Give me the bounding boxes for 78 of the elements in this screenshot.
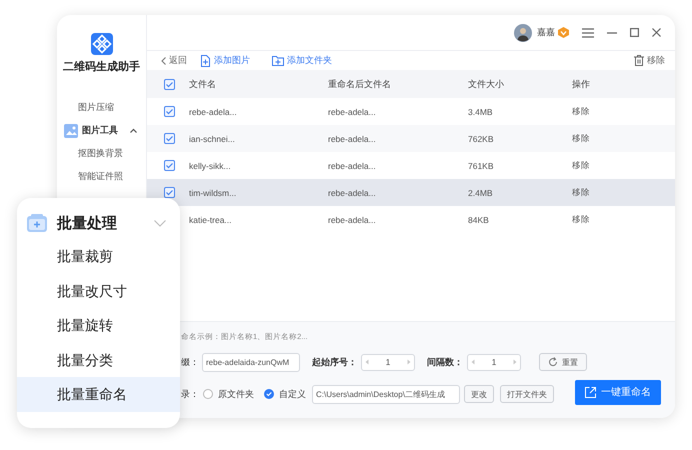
table-cell-text: rebe-adela... (328, 214, 377, 224)
table-cell-text: 2.4MB (468, 188, 494, 198)
radio-option[interactable]: 原文件夹 (203, 388, 254, 400)
sidebar-group[interactable]: 图片工具 (57, 119, 146, 142)
menu-item[interactable]: 批量分类 (17, 342, 180, 377)
refresh-icon (548, 357, 558, 367)
table-cell-text: ian-schnei... (189, 134, 236, 144)
table-cell-text: rebe-adela... (189, 106, 238, 116)
checked-checkbox[interactable] (164, 78, 175, 90)
add-image-button[interactable]: 添加图片 (200, 54, 250, 67)
file-plus-icon (200, 54, 211, 66)
close-icon[interactable] (652, 28, 661, 37)
checked-checkbox[interactable] (164, 106, 175, 117)
chevron-left-icon (161, 56, 166, 64)
medical-kit-icon (27, 214, 47, 232)
app-title: 二维码生成助手 (63, 60, 140, 74)
folder-plus-icon (272, 55, 284, 66)
column-header: 文件大小 (468, 78, 505, 90)
open-folder-button[interactable]: 打开文件夹 (500, 385, 554, 403)
radio-option[interactable]: 自定义 (264, 388, 306, 400)
number-stepper[interactable]: 1 (467, 354, 521, 370)
reset-button[interactable]: 重置 (539, 353, 587, 371)
table-cell-text: rebe-adela... (328, 106, 377, 116)
prefix-field[interactable]: rebe-adelaida-zunQwM (202, 352, 300, 372)
decrement-icon (471, 359, 475, 365)
user-name: 嘉嘉 (537, 26, 555, 39)
menu-item[interactable]: 批量改尺寸 (17, 274, 180, 308)
maximize-icon[interactable] (630, 28, 639, 37)
table-cell-text: rebe-adela... (328, 160, 377, 170)
avatar (514, 24, 532, 42)
menu-icon[interactable] (582, 28, 594, 38)
table-cell-text: 84KB (468, 214, 490, 224)
sidebar-item[interactable]: 抠图换背景 (57, 142, 146, 165)
table-cell-text: 3.4MB (468, 106, 494, 116)
checked-checkbox[interactable] (164, 160, 175, 171)
field-label: 起始序号： (312, 356, 357, 368)
path-field[interactable]: C:\Users\admin\Desktop\二维码生成 (312, 384, 460, 404)
table-cell-text: rebe-adela... (328, 188, 377, 198)
decrement-icon (365, 359, 369, 365)
sidebar-item[interactable]: 图片压缩 (57, 96, 146, 119)
table-cell-text: rebe-adela... (328, 134, 377, 144)
table-cell-text: 762KB (468, 134, 495, 144)
table-cell-text: katie-trea... (189, 214, 233, 224)
table-row[interactable]: ian-schnei... rebe-adela... 762KB 移除 (147, 125, 675, 152)
remove-link[interactable]: 移除 (572, 214, 590, 226)
field-label: 缀： (181, 356, 199, 368)
remove-button[interactable]: 移除 (634, 54, 665, 67)
increment-icon (512, 359, 517, 365)
back-button[interactable]: 返回 (161, 54, 187, 67)
menu-item[interactable]: 批量旋转 (17, 308, 180, 342)
column-header: 文件名 (189, 78, 217, 90)
checked-checkbox[interactable] (164, 187, 175, 198)
remove-link[interactable]: 移除 (572, 160, 590, 172)
add-folder-button[interactable]: 添加文件夹 (272, 54, 332, 67)
table-cell-text: tim-wildsm... (189, 188, 238, 198)
remove-link[interactable]: 移除 (572, 132, 590, 144)
table-row[interactable]: tim-wildsm... rebe-adela... 2.4MB 移除 (147, 179, 675, 206)
field-label: 录： (181, 388, 199, 400)
remove-link[interactable]: 移除 (572, 186, 590, 198)
menu-item[interactable]: 批量重命名 (17, 377, 180, 412)
sidebar-item[interactable]: 智能证件照 (57, 165, 146, 188)
change-button[interactable]: 更改 (464, 385, 494, 403)
minimize-icon[interactable] (607, 32, 617, 34)
rename-button[interactable]: 一键重命名 (575, 380, 661, 404)
logo-icon (90, 33, 112, 55)
image-icon (64, 124, 78, 138)
column-header: 操作 (572, 78, 590, 90)
number-stepper[interactable]: 1 (361, 354, 415, 370)
increment-icon (406, 359, 411, 365)
trash-icon (634, 55, 644, 66)
checked-checkbox[interactable] (164, 133, 175, 144)
remove-link[interactable]: 移除 (572, 106, 590, 118)
table-cell-text: kelly-sikk... (189, 160, 232, 170)
external-link-icon (585, 386, 596, 398)
field-label: 间隔数： (427, 356, 463, 368)
column-header: 重命名后文件名 (328, 78, 392, 90)
table-cell-text: 761KB (468, 160, 495, 170)
menu-item[interactable]: 批量裁剪 (17, 239, 180, 274)
